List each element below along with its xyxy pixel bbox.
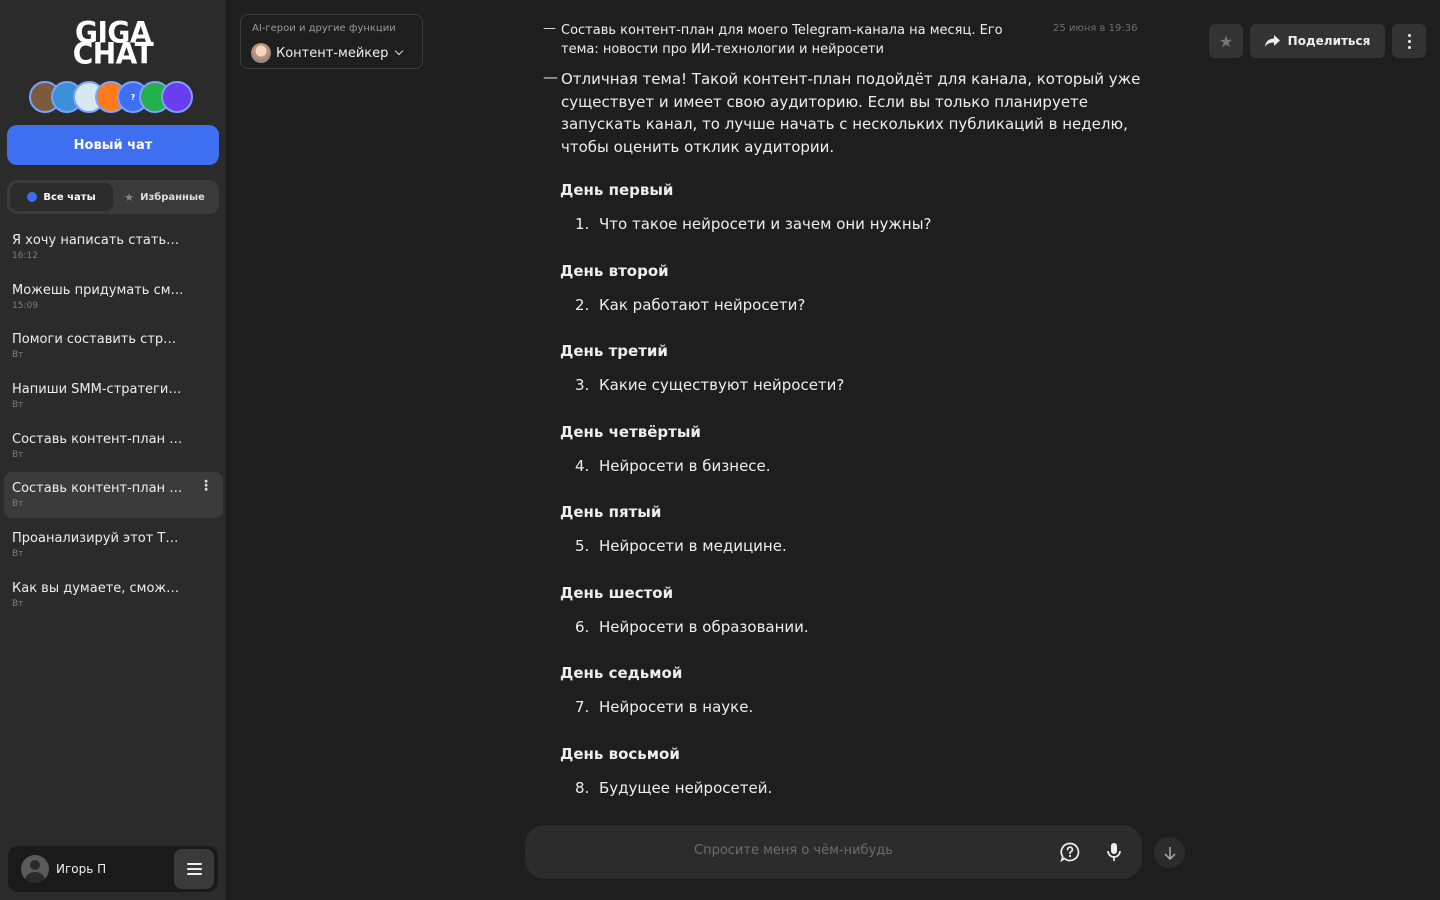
- arrow-down-icon: [1163, 846, 1176, 860]
- tab-favorites[interactable]: ★ Избранные: [113, 183, 216, 211]
- new-chat-button[interactable]: Новый чат: [7, 125, 219, 165]
- chat-filter-tabs: Все чаты ★ Избранные: [7, 180, 219, 214]
- agent-avatar: [251, 43, 271, 63]
- menu-button[interactable]: [174, 849, 214, 889]
- sidebar: GIGA CHAT ? Новый чат Все чаты ★ Избранн…: [0, 0, 226, 900]
- chat-list-item[interactable]: Проанализируй этот Т… Вт: [4, 522, 223, 568]
- star-icon: ★: [124, 190, 135, 204]
- day-section: День первый 1. Что такое нейросети и заче…: [560, 181, 932, 233]
- chat-list-item[interactable]: Можешь придумать см… 15:09: [4, 274, 223, 320]
- day-section: День седьмой 7. Нейросети в науке.: [560, 664, 754, 716]
- share-button[interactable]: Поделиться: [1250, 24, 1385, 58]
- tab-all-chats[interactable]: Все чаты: [10, 183, 113, 211]
- microphone-icon[interactable]: [1105, 842, 1123, 862]
- share-arrow-icon: [1264, 35, 1280, 47]
- day-section: День второй 2. Как работают нейросети?: [560, 262, 806, 314]
- chevron-down-icon: [395, 46, 404, 56]
- user-profile-bar[interactable]: Игорь П: [8, 846, 218, 892]
- chat-list-item[interactable]: Напиши SMM-стратеги… Вт: [4, 373, 223, 419]
- chat-list-item[interactable]: Как вы думаете, сможе… Вт: [4, 572, 223, 618]
- chat-options-icon[interactable]: ⋮: [199, 479, 213, 493]
- message-dash: —: [543, 21, 556, 36]
- chat-list-item[interactable]: Помоги составить стра… Вт: [4, 323, 223, 369]
- star-icon: ★: [1218, 31, 1234, 51]
- chat-list-item-active[interactable]: Составь контент-план … Вт ⋮: [4, 472, 223, 519]
- day-section: День пятый 5. Нейросети в медицине.: [560, 503, 787, 555]
- kebab-icon: [1407, 33, 1411, 49]
- gigachat-logo[interactable]: GIGA CHAT: [56, 18, 170, 68]
- ai-heroes-avatars[interactable]: ?: [29, 81, 199, 114]
- day-section: День третий 3. Какие существуют нейросети…: [560, 342, 845, 394]
- favorite-button[interactable]: ★: [1209, 24, 1243, 58]
- day-section: День шестой 6. Нейросети в образовании.: [560, 584, 809, 636]
- chat-list-item[interactable]: Составь контент-план … Вт: [4, 423, 223, 469]
- user-avatar-icon: [21, 855, 49, 883]
- chat-bubble-icon: [27, 192, 38, 202]
- day-section: День четвёртый 4. Нейросети в бизнесе.: [560, 423, 771, 475]
- chat-list: Я хочу написать стать… 16:12 Можешь прид…: [4, 224, 223, 622]
- message-dash: —: [543, 68, 558, 86]
- agent-selector[interactable]: AI-герои и другие функции Контент-мейкер: [240, 14, 423, 69]
- chat-list-item[interactable]: Я хочу написать стать… 16:12: [4, 224, 223, 270]
- more-options-button[interactable]: [1392, 24, 1426, 58]
- scroll-down-button[interactable]: [1154, 837, 1185, 868]
- promo-avatar-icon: [161, 81, 193, 113]
- hamburger-icon: [186, 863, 202, 865]
- day-section: День восьмой 8. Будущее нейросетей.: [560, 745, 773, 797]
- message-input[interactable]: Спросите меня о чём-нибудь: [525, 825, 1142, 879]
- help-bubble-icon[interactable]: [1060, 842, 1080, 862]
